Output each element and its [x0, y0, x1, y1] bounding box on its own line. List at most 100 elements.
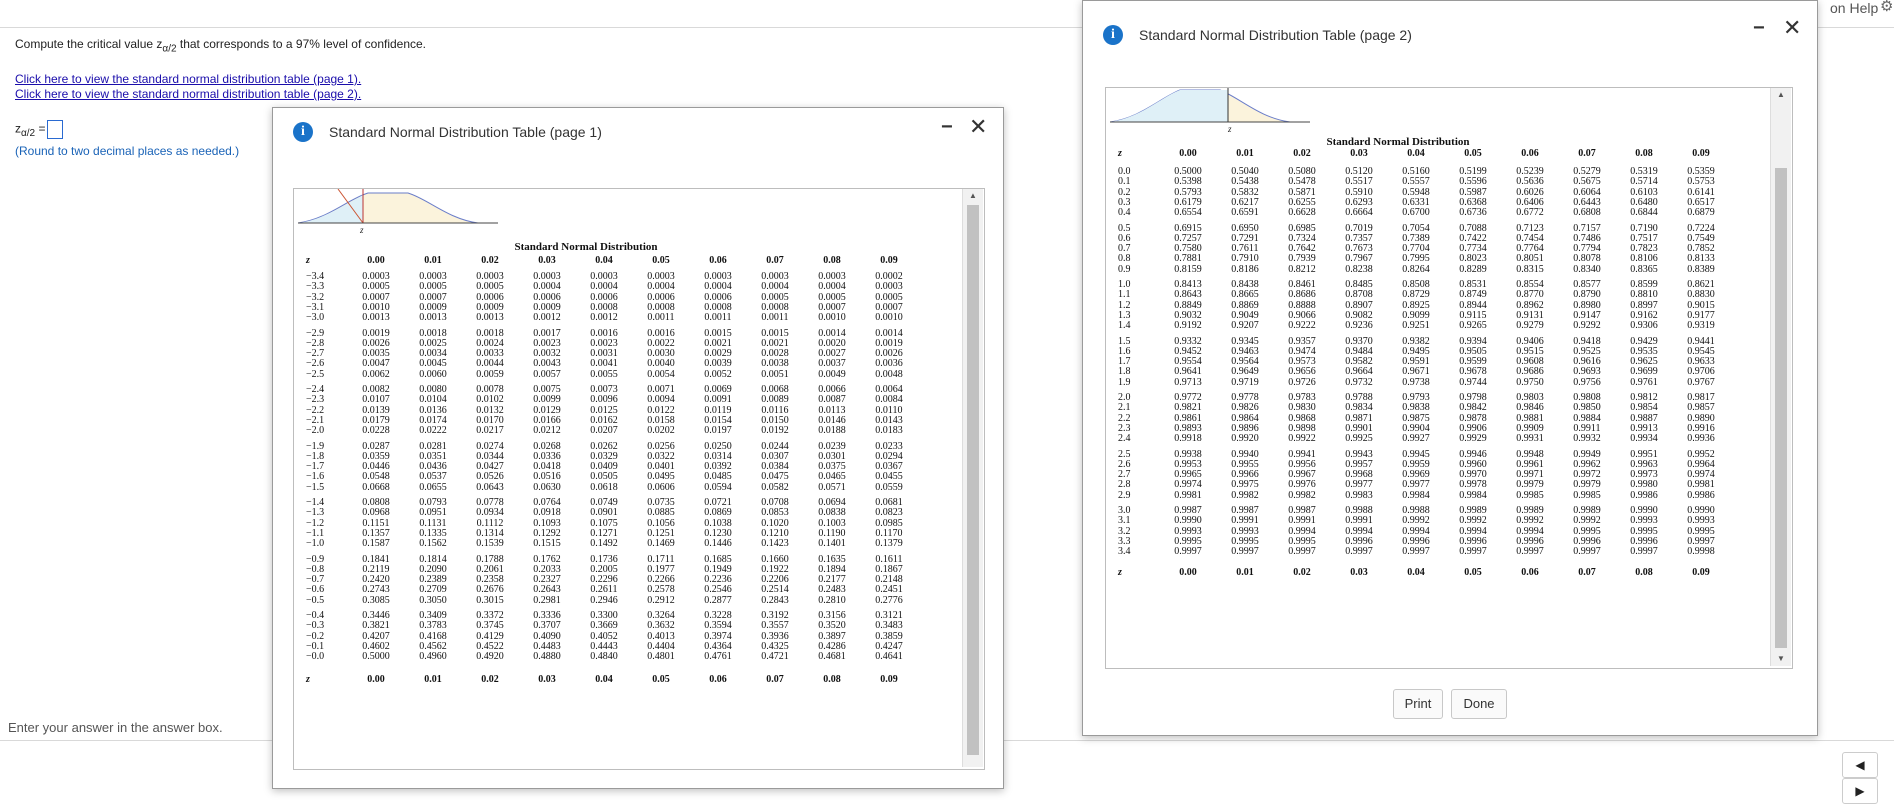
- row-z-value: 2.9: [1118, 489, 1131, 501]
- table-cell: 0.0618: [590, 481, 618, 493]
- table-cell: 0.4721: [761, 651, 789, 663]
- scrollbar[interactable]: ▲ ▼: [1770, 88, 1791, 666]
- table-cell: 0.0192: [761, 425, 789, 437]
- row-z-value: 0.4: [1118, 207, 1131, 219]
- close-icon[interactable]: ✕: [1783, 15, 1801, 41]
- scrollbar[interactable]: ▲: [962, 189, 983, 767]
- table-cell: 0.3050: [419, 594, 447, 606]
- column-header: 0.01: [1236, 566, 1254, 578]
- table-cell: 0.9750: [1516, 376, 1544, 388]
- table-cell: 0.9983: [1345, 489, 1373, 501]
- table-cell: 0.0643: [476, 481, 504, 493]
- table-cell: 0.1446: [704, 538, 732, 550]
- table-cell: 0.1492: [590, 538, 618, 550]
- table-page1-link[interactable]: Click here to view the standard normal d…: [15, 72, 361, 86]
- table-cell: 0.0051: [761, 368, 789, 380]
- scroll-down-icon[interactable]: ▼: [1777, 654, 1785, 663]
- table-cell: 0.8186: [1231, 263, 1259, 275]
- table-cell: 0.9925: [1345, 433, 1373, 445]
- question-subscript: α/2: [162, 43, 177, 55]
- table-cell: 0.6844: [1630, 207, 1658, 219]
- column-header: 0.05: [652, 255, 670, 266]
- row-z-value: 1.4: [1118, 320, 1131, 332]
- table-cell: 0.9319: [1687, 320, 1715, 332]
- table-cell: 0.8159: [1174, 263, 1202, 275]
- table-cell: 0.9986: [1687, 489, 1715, 501]
- dialog2-title-text: Standard Normal Distribution Table (page…: [1139, 27, 1412, 43]
- back-arrow-icon[interactable]: ◀: [1842, 752, 1878, 778]
- column-header: 0.00: [367, 673, 385, 685]
- table-cell: 0.6736: [1459, 207, 1487, 219]
- table-cell: 0.0207: [590, 425, 618, 437]
- table-cell: 0.9927: [1402, 433, 1430, 445]
- table-cell: 0.9265: [1459, 320, 1487, 332]
- forward-arrow-icon[interactable]: ▶: [1842, 778, 1878, 804]
- column-header: 0.03: [1350, 148, 1368, 159]
- row-z-value: 1.9: [1118, 376, 1131, 388]
- answer-equals: =: [35, 121, 46, 136]
- table-cell: 0.6808: [1573, 207, 1601, 219]
- table-cell: 0.0011: [647, 312, 675, 324]
- table-cell: 0.1587: [362, 538, 390, 550]
- scroll-thumb[interactable]: [1775, 168, 1787, 648]
- table-cell: 0.8389: [1687, 263, 1715, 275]
- table-cell: 0.9207: [1231, 320, 1259, 332]
- minimize-icon[interactable]: −: [1753, 17, 1765, 40]
- table-cell: 0.9985: [1516, 489, 1544, 501]
- table-cell: 0.0010: [875, 312, 903, 324]
- scroll-up-icon[interactable]: ▲: [969, 191, 977, 200]
- table-cell: 0.9726: [1288, 376, 1316, 388]
- table-cell: 0.0222: [419, 425, 447, 437]
- table-cell: 0.4840: [590, 651, 618, 663]
- row-z-value: 3.4: [1118, 546, 1131, 558]
- table-page2-link[interactable]: Click here to view the standard normal d…: [15, 87, 361, 101]
- table-cell: 0.0582: [761, 481, 789, 493]
- table-cell: 0.8289: [1459, 263, 1487, 275]
- table-cell: 0.0630: [533, 481, 561, 493]
- column-header: 0.06: [1521, 566, 1539, 578]
- table-cell: 0.4761: [704, 651, 732, 663]
- dialog1-title: i Standard Normal Distribution Table (pa…: [293, 122, 602, 142]
- table-cell: 0.9982: [1288, 489, 1316, 501]
- table-cell: 0.9744: [1459, 376, 1487, 388]
- column-header: 0.02: [1293, 566, 1311, 578]
- column-header: 0.03: [1350, 566, 1368, 578]
- column-header: 0.01: [424, 673, 442, 685]
- column-header: 0.00: [367, 255, 385, 266]
- z-header: z: [1118, 566, 1122, 578]
- done-button[interactable]: Done: [1451, 689, 1507, 719]
- answer-input[interactable]: [47, 120, 64, 139]
- table-cell: 0.9922: [1288, 433, 1316, 445]
- table-cell: 0.0655: [419, 481, 447, 493]
- table-cell: 0.0013: [362, 312, 390, 324]
- table-cell: 0.5000: [362, 651, 390, 663]
- table-cell: 0.0057: [533, 368, 561, 380]
- scroll-up-icon[interactable]: ▲: [1777, 90, 1785, 99]
- table-cell: 0.0217: [476, 425, 504, 437]
- scroll-thumb[interactable]: [967, 205, 979, 755]
- column-header: 0.02: [481, 673, 499, 685]
- close-icon[interactable]: ✕: [969, 114, 987, 140]
- table-cell: 0.9713: [1174, 376, 1202, 388]
- distribution-table-page1: Standard Normal Distribution z 0.00 0.01 0.0…: [306, 241, 946, 769]
- question-suffix: that corresponds to a 97% level of confi…: [176, 37, 427, 51]
- table-cell: 0.9931: [1516, 433, 1544, 445]
- table-dialog-page1: i Standard Normal Distribution Table (pa…: [272, 107, 1004, 789]
- curve-z-label: z: [1228, 124, 1232, 134]
- table-cell: 0.9279: [1516, 320, 1544, 332]
- table-cell: 0.0011: [761, 312, 789, 324]
- print-button[interactable]: Print: [1393, 689, 1443, 719]
- table-cell: 0.1423: [761, 538, 789, 550]
- table-cell: 0.9998: [1687, 546, 1715, 558]
- minimize-icon[interactable]: −: [941, 116, 953, 139]
- column-header: 0.05: [1464, 566, 1482, 578]
- table-cell: 0.9982: [1231, 489, 1259, 501]
- table-cell: 0.6554: [1174, 207, 1202, 219]
- table-cell: 0.9997: [1573, 546, 1601, 558]
- table-cell: 0.9761: [1630, 376, 1658, 388]
- z-header: z: [1118, 148, 1122, 159]
- column-header: 0.06: [709, 673, 727, 685]
- gear-icon[interactable]: ⚙: [1880, 0, 1893, 15]
- table-cell: 0.4641: [875, 651, 903, 663]
- help-link[interactable]: on Help: [1830, 0, 1878, 16]
